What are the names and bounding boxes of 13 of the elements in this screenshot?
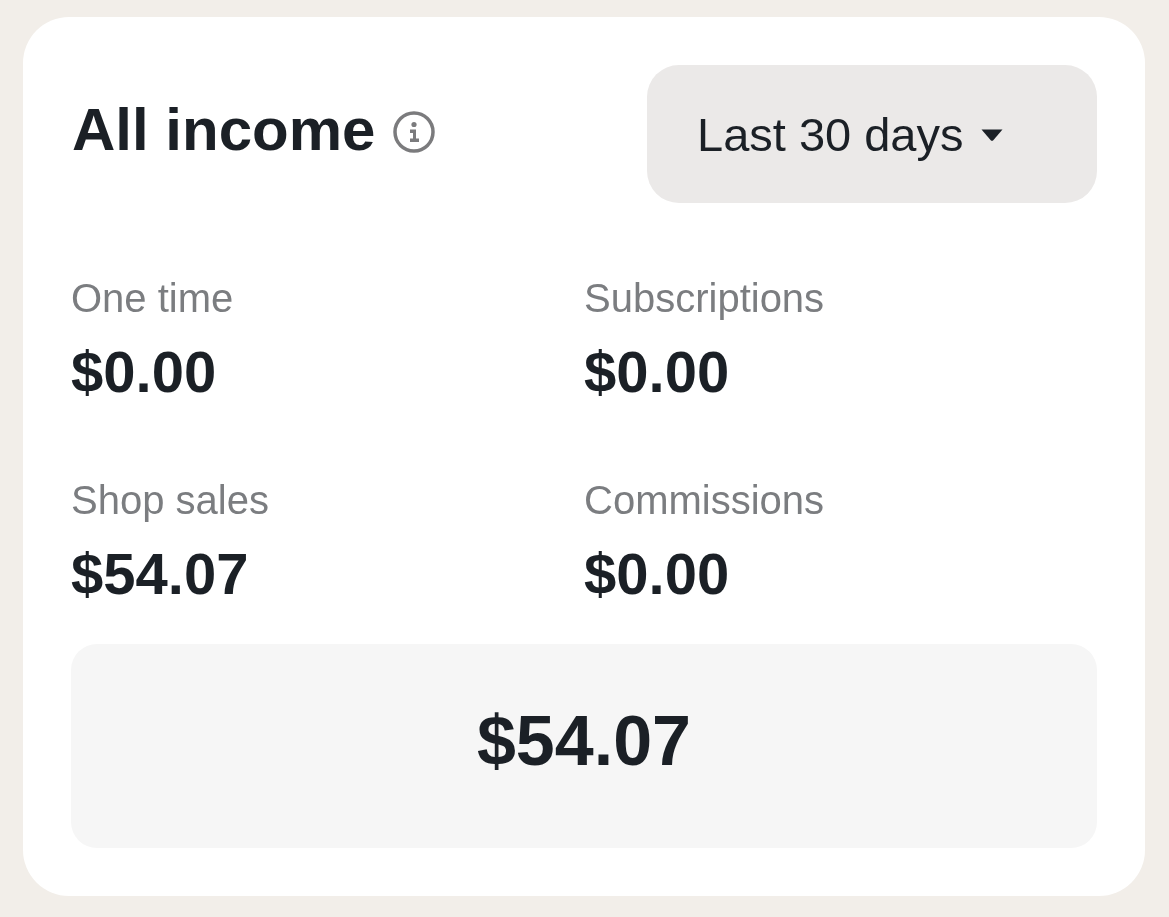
- caret-icon: [979, 128, 1004, 142]
- period-dropdown[interactable]: Last 30 days: [647, 65, 1097, 203]
- stat-value: $0.00: [584, 340, 730, 404]
- card-title: All income: [72, 95, 376, 165]
- stat-label: Shop sales: [71, 478, 269, 522]
- stat-value: $0.00: [71, 340, 217, 404]
- stat-value: $0.00: [584, 542, 730, 606]
- stat-label: Commissions: [584, 478, 825, 522]
- info-icon[interactable]: [393, 111, 436, 153]
- total-amount: $54.07: [476, 701, 692, 781]
- stat-label: Subscriptions: [584, 276, 825, 320]
- stat-value: $54.07: [71, 542, 249, 606]
- stat-label: One time: [71, 276, 234, 320]
